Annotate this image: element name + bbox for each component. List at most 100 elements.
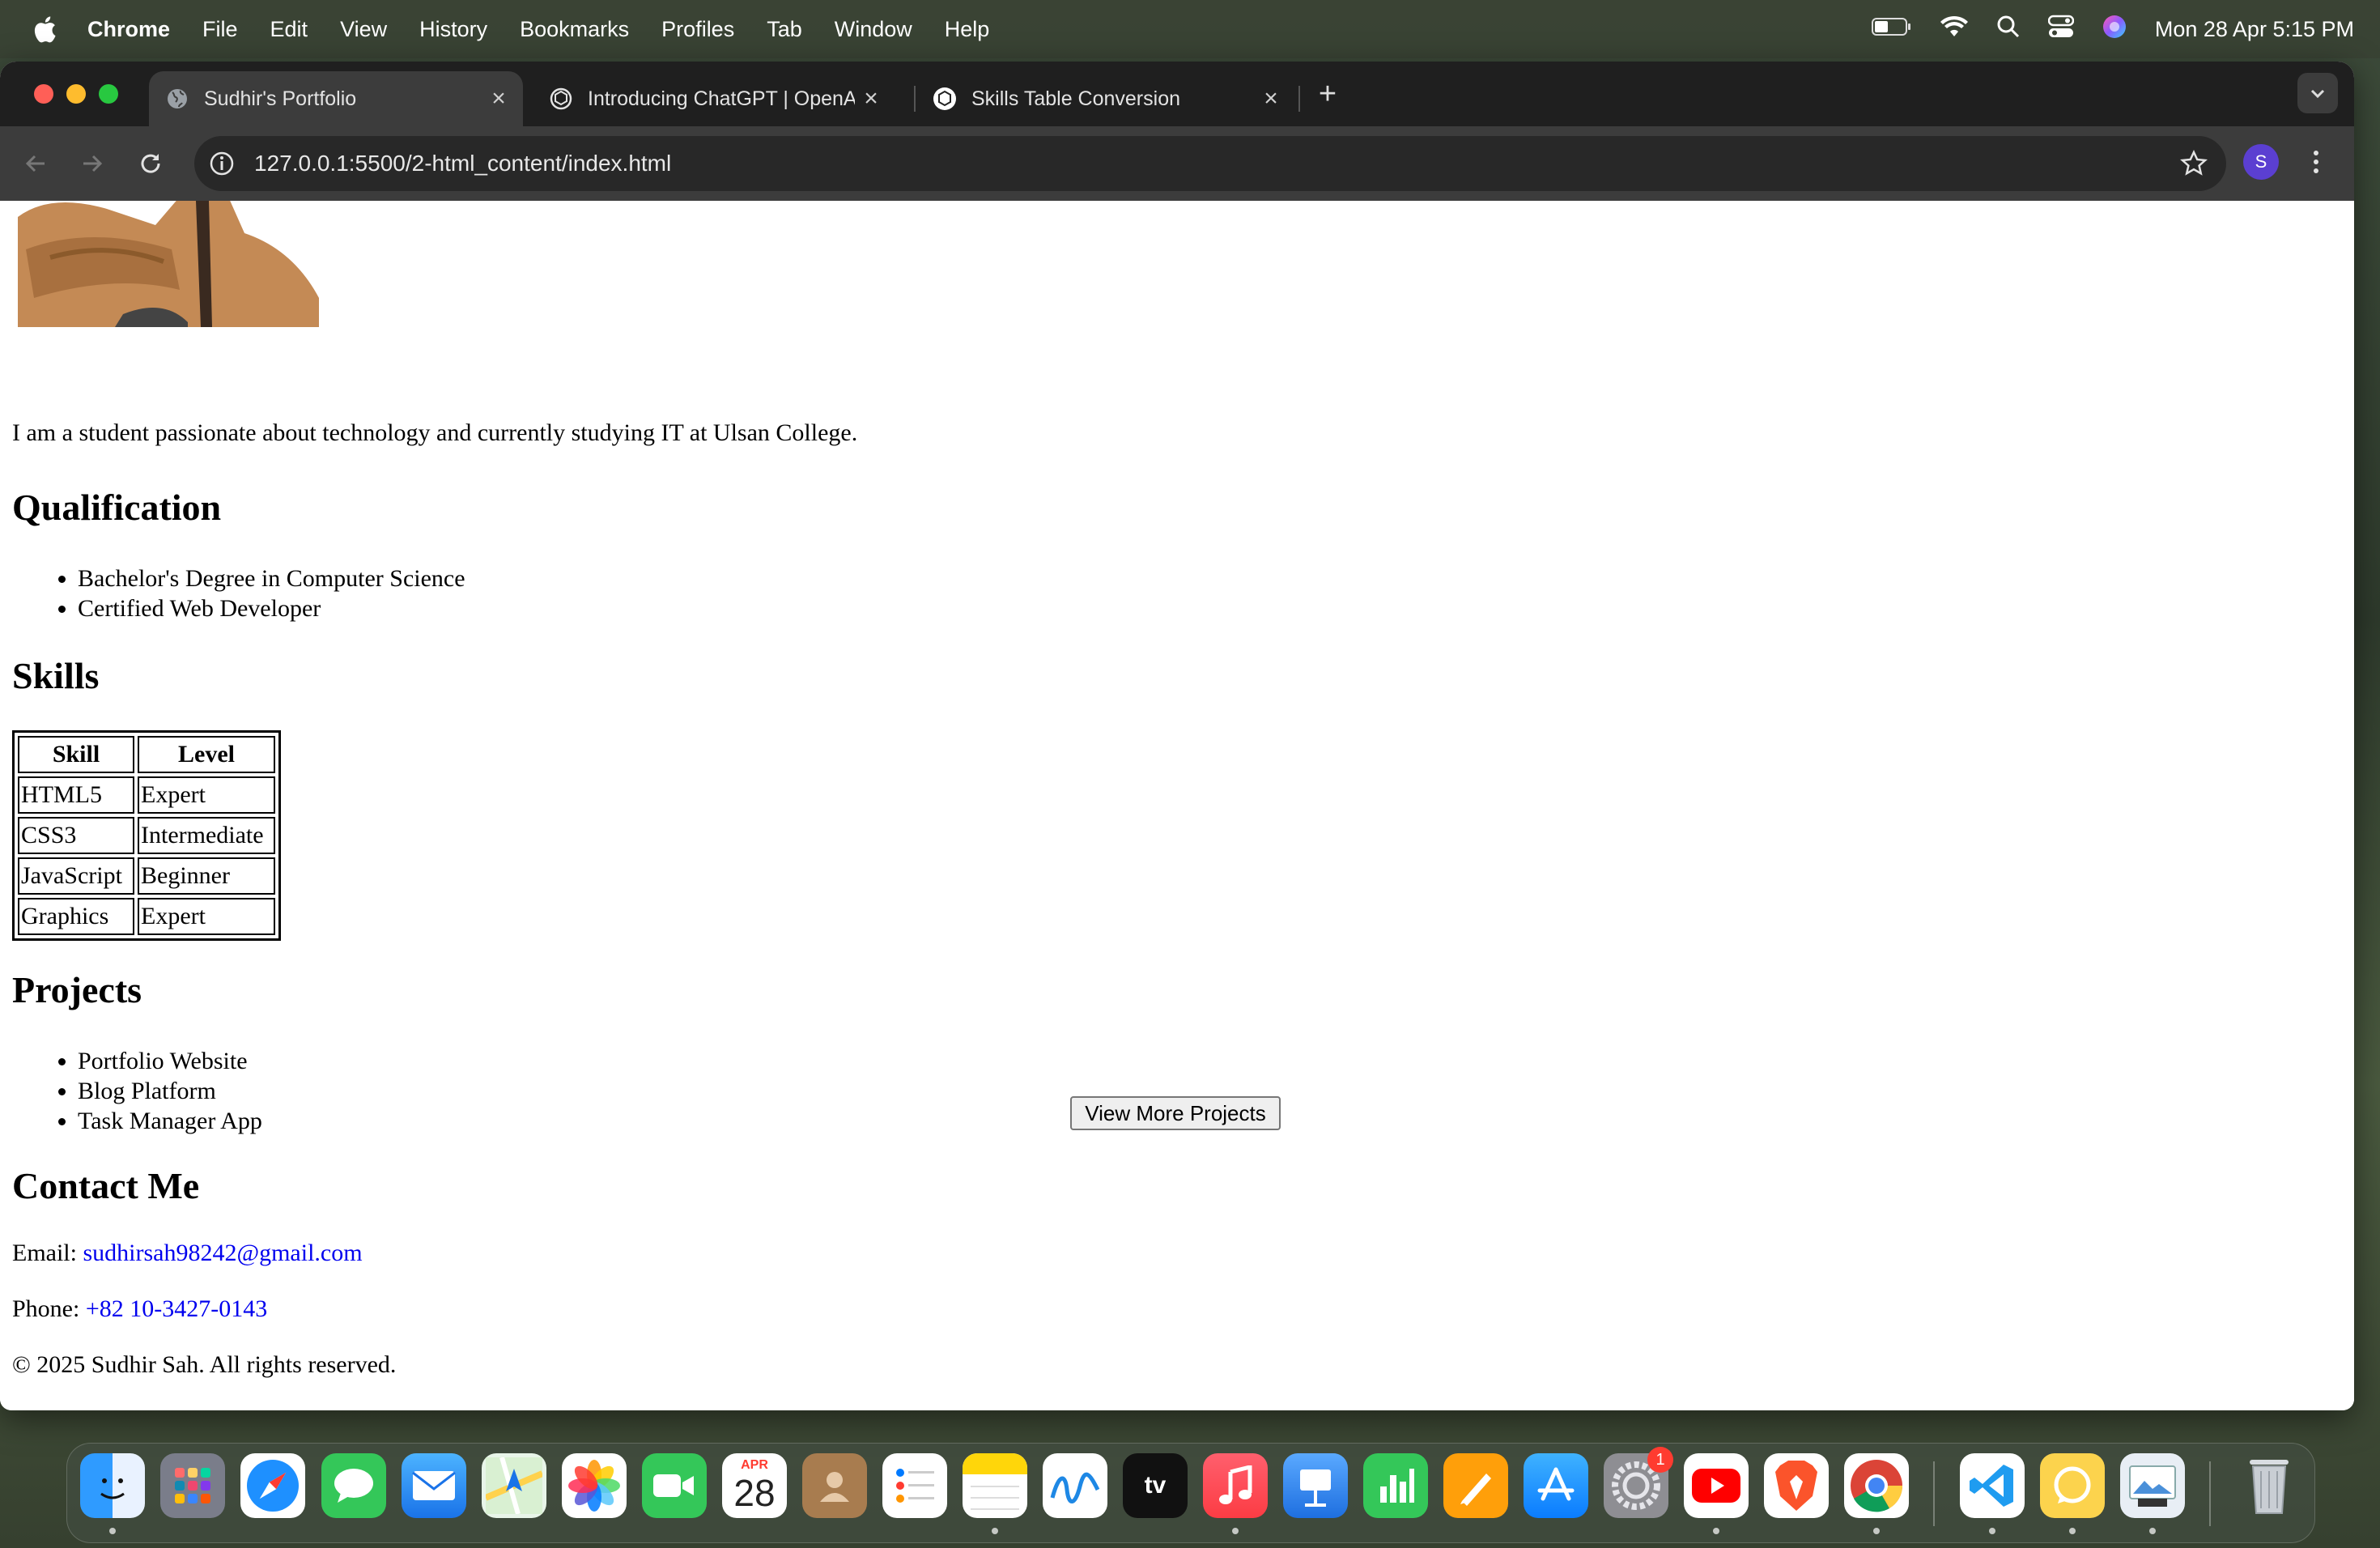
table-row: JavaScript Beginner [18, 857, 275, 895]
tab-separator [1298, 86, 1300, 112]
macos-dock: APR 28 tv 1 [66, 1443, 2315, 1543]
list-item: Portfolio Website [78, 1046, 262, 1076]
menu-profiles[interactable]: Profiles [661, 17, 734, 42]
minimize-window-button[interactable] [66, 84, 86, 104]
youtube-icon[interactable] [1684, 1453, 1749, 1518]
maps-icon[interactable] [482, 1453, 546, 1518]
finder-icon[interactable] [80, 1453, 145, 1518]
freeform-icon[interactable] [1043, 1453, 1107, 1518]
facetime-icon[interactable] [642, 1453, 707, 1518]
more-options-icon[interactable] [2304, 144, 2328, 180]
apple-menu-icon[interactable] [32, 13, 62, 45]
table-cell: Graphics [18, 898, 134, 935]
menu-edit[interactable]: Edit [270, 17, 308, 42]
bookmark-star-icon[interactable] [2178, 147, 2210, 180]
menu-help[interactable]: Help [945, 17, 990, 42]
skills-heading: Skills [12, 655, 100, 696]
tab-title: Skills Table Conversion [971, 87, 1180, 110]
keynote-icon[interactable] [1283, 1453, 1348, 1518]
running-indicator [1873, 1528, 1880, 1534]
menu-app-name[interactable]: Chrome [87, 17, 170, 42]
table-cell: Intermediate [138, 817, 275, 854]
menu-file[interactable]: File [202, 17, 238, 42]
phone-link[interactable]: +82 10-3427-0143 [86, 1295, 267, 1322]
preview-icon[interactable] [2120, 1453, 2185, 1518]
email-label: Email: [12, 1240, 77, 1266]
intro-paragraph: I am a student passionate about technolo… [12, 419, 858, 446]
address-bar[interactable]: 127.0.0.1:5500/2-html_content/index.html [194, 136, 2226, 191]
wifi-icon[interactable] [1940, 15, 1969, 44]
music-icon[interactable] [1203, 1453, 1268, 1518]
qualification-list: Bachelor's Degree in Computer Science Ce… [12, 563, 465, 623]
site-info-icon[interactable] [207, 149, 236, 178]
calendar-month: APR [741, 1458, 768, 1472]
contact-heading: Contact Me [12, 1165, 200, 1206]
fullscreen-window-button[interactable] [99, 84, 118, 104]
profile-avatar[interactable]: S [2243, 144, 2279, 180]
whatsapp-icon[interactable] [2040, 1453, 2105, 1518]
tab-search-button[interactable] [2297, 73, 2338, 113]
close-tab-icon[interactable]: × [482, 85, 515, 113]
apple-tv-icon[interactable]: tv [1123, 1453, 1188, 1518]
trash-icon[interactable] [2237, 1453, 2301, 1518]
notes-icon[interactable] [963, 1453, 1027, 1518]
browser-window: Sudhir's Portfolio × Introducing ChatGPT… [0, 62, 2354, 1410]
menu-view[interactable]: View [340, 17, 387, 42]
forward-arrow-icon [83, 155, 103, 172]
running-indicator [109, 1528, 116, 1534]
list-item: Blog Platform [78, 1076, 262, 1106]
menubar-clock[interactable]: Mon 28 Apr 5:15 PM [2155, 17, 2354, 42]
mail-icon[interactable] [402, 1453, 466, 1518]
phone-label: Phone: [12, 1295, 80, 1322]
pages-icon[interactable] [1443, 1453, 1508, 1518]
chrome-icon[interactable] [1844, 1453, 1909, 1518]
dock-separator [1933, 1461, 1935, 1526]
tab-separator [914, 86, 916, 112]
calendar-day: 28 [733, 1472, 776, 1514]
close-window-button[interactable] [34, 84, 53, 104]
menu-bookmarks[interactable]: Bookmarks [520, 17, 629, 42]
calendar-icon[interactable]: APR 28 [722, 1453, 787, 1518]
tab-sudhirs-portfolio[interactable]: Sudhir's Portfolio × [149, 71, 523, 126]
menu-tab[interactable]: Tab [767, 17, 802, 42]
close-tab-icon[interactable]: × [855, 85, 887, 113]
numbers-icon[interactable] [1363, 1453, 1428, 1518]
table-cell: HTML5 [18, 776, 134, 814]
reminders-icon[interactable] [882, 1453, 947, 1518]
reload-button[interactable] [133, 146, 168, 181]
dock-separator [2209, 1461, 2211, 1526]
contacts-icon[interactable] [802, 1453, 867, 1518]
back-button[interactable] [18, 146, 53, 181]
url-text[interactable]: 127.0.0.1:5500/2-html_content/index.html [254, 151, 671, 176]
table-row: Graphics Expert [18, 898, 275, 935]
table-cell: CSS3 [18, 817, 134, 854]
forward-button[interactable] [74, 146, 110, 181]
projects-list: Portfolio Website Blog Platform Task Man… [12, 1046, 262, 1136]
table-header: Skill [18, 736, 134, 773]
launchpad-icon[interactable] [160, 1453, 225, 1518]
email-link[interactable]: sudhirsah98242@gmail.com [83, 1240, 362, 1266]
new-tab-button[interactable]: + [1310, 76, 1345, 112]
brave-icon[interactable] [1764, 1453, 1829, 1518]
photos-icon[interactable] [562, 1453, 627, 1518]
close-tab-icon[interactable]: × [1255, 85, 1287, 113]
control-center-icon[interactable] [2047, 15, 2075, 45]
app-store-icon[interactable] [1524, 1453, 1588, 1518]
battery-icon[interactable] [1871, 17, 1912, 42]
globe-icon [165, 87, 189, 111]
table-row: CSS3 Intermediate [18, 817, 275, 854]
vscode-icon[interactable] [1960, 1453, 2025, 1518]
openai-icon [549, 87, 573, 111]
spotlight-search-icon[interactable] [1996, 15, 2021, 45]
tab-introducing-chatgpt[interactable]: Introducing ChatGPT | OpenAI × [533, 71, 903, 126]
view-more-projects-button[interactable]: View More Projects [1070, 1096, 1281, 1130]
messages-icon[interactable] [321, 1453, 386, 1518]
menu-history[interactable]: History [419, 17, 487, 42]
system-settings-icon[interactable]: 1 [1604, 1447, 1673, 1518]
siri-icon[interactable] [2102, 14, 2127, 45]
menu-window[interactable]: Window [835, 17, 912, 42]
tab-skills-table-conversion[interactable]: Skills Table Conversion × [916, 71, 1295, 126]
table-cell: Beginner [138, 857, 275, 895]
page-viewport: I am a student passionate about technolo… [0, 201, 2354, 1410]
safari-icon[interactable] [240, 1453, 305, 1518]
